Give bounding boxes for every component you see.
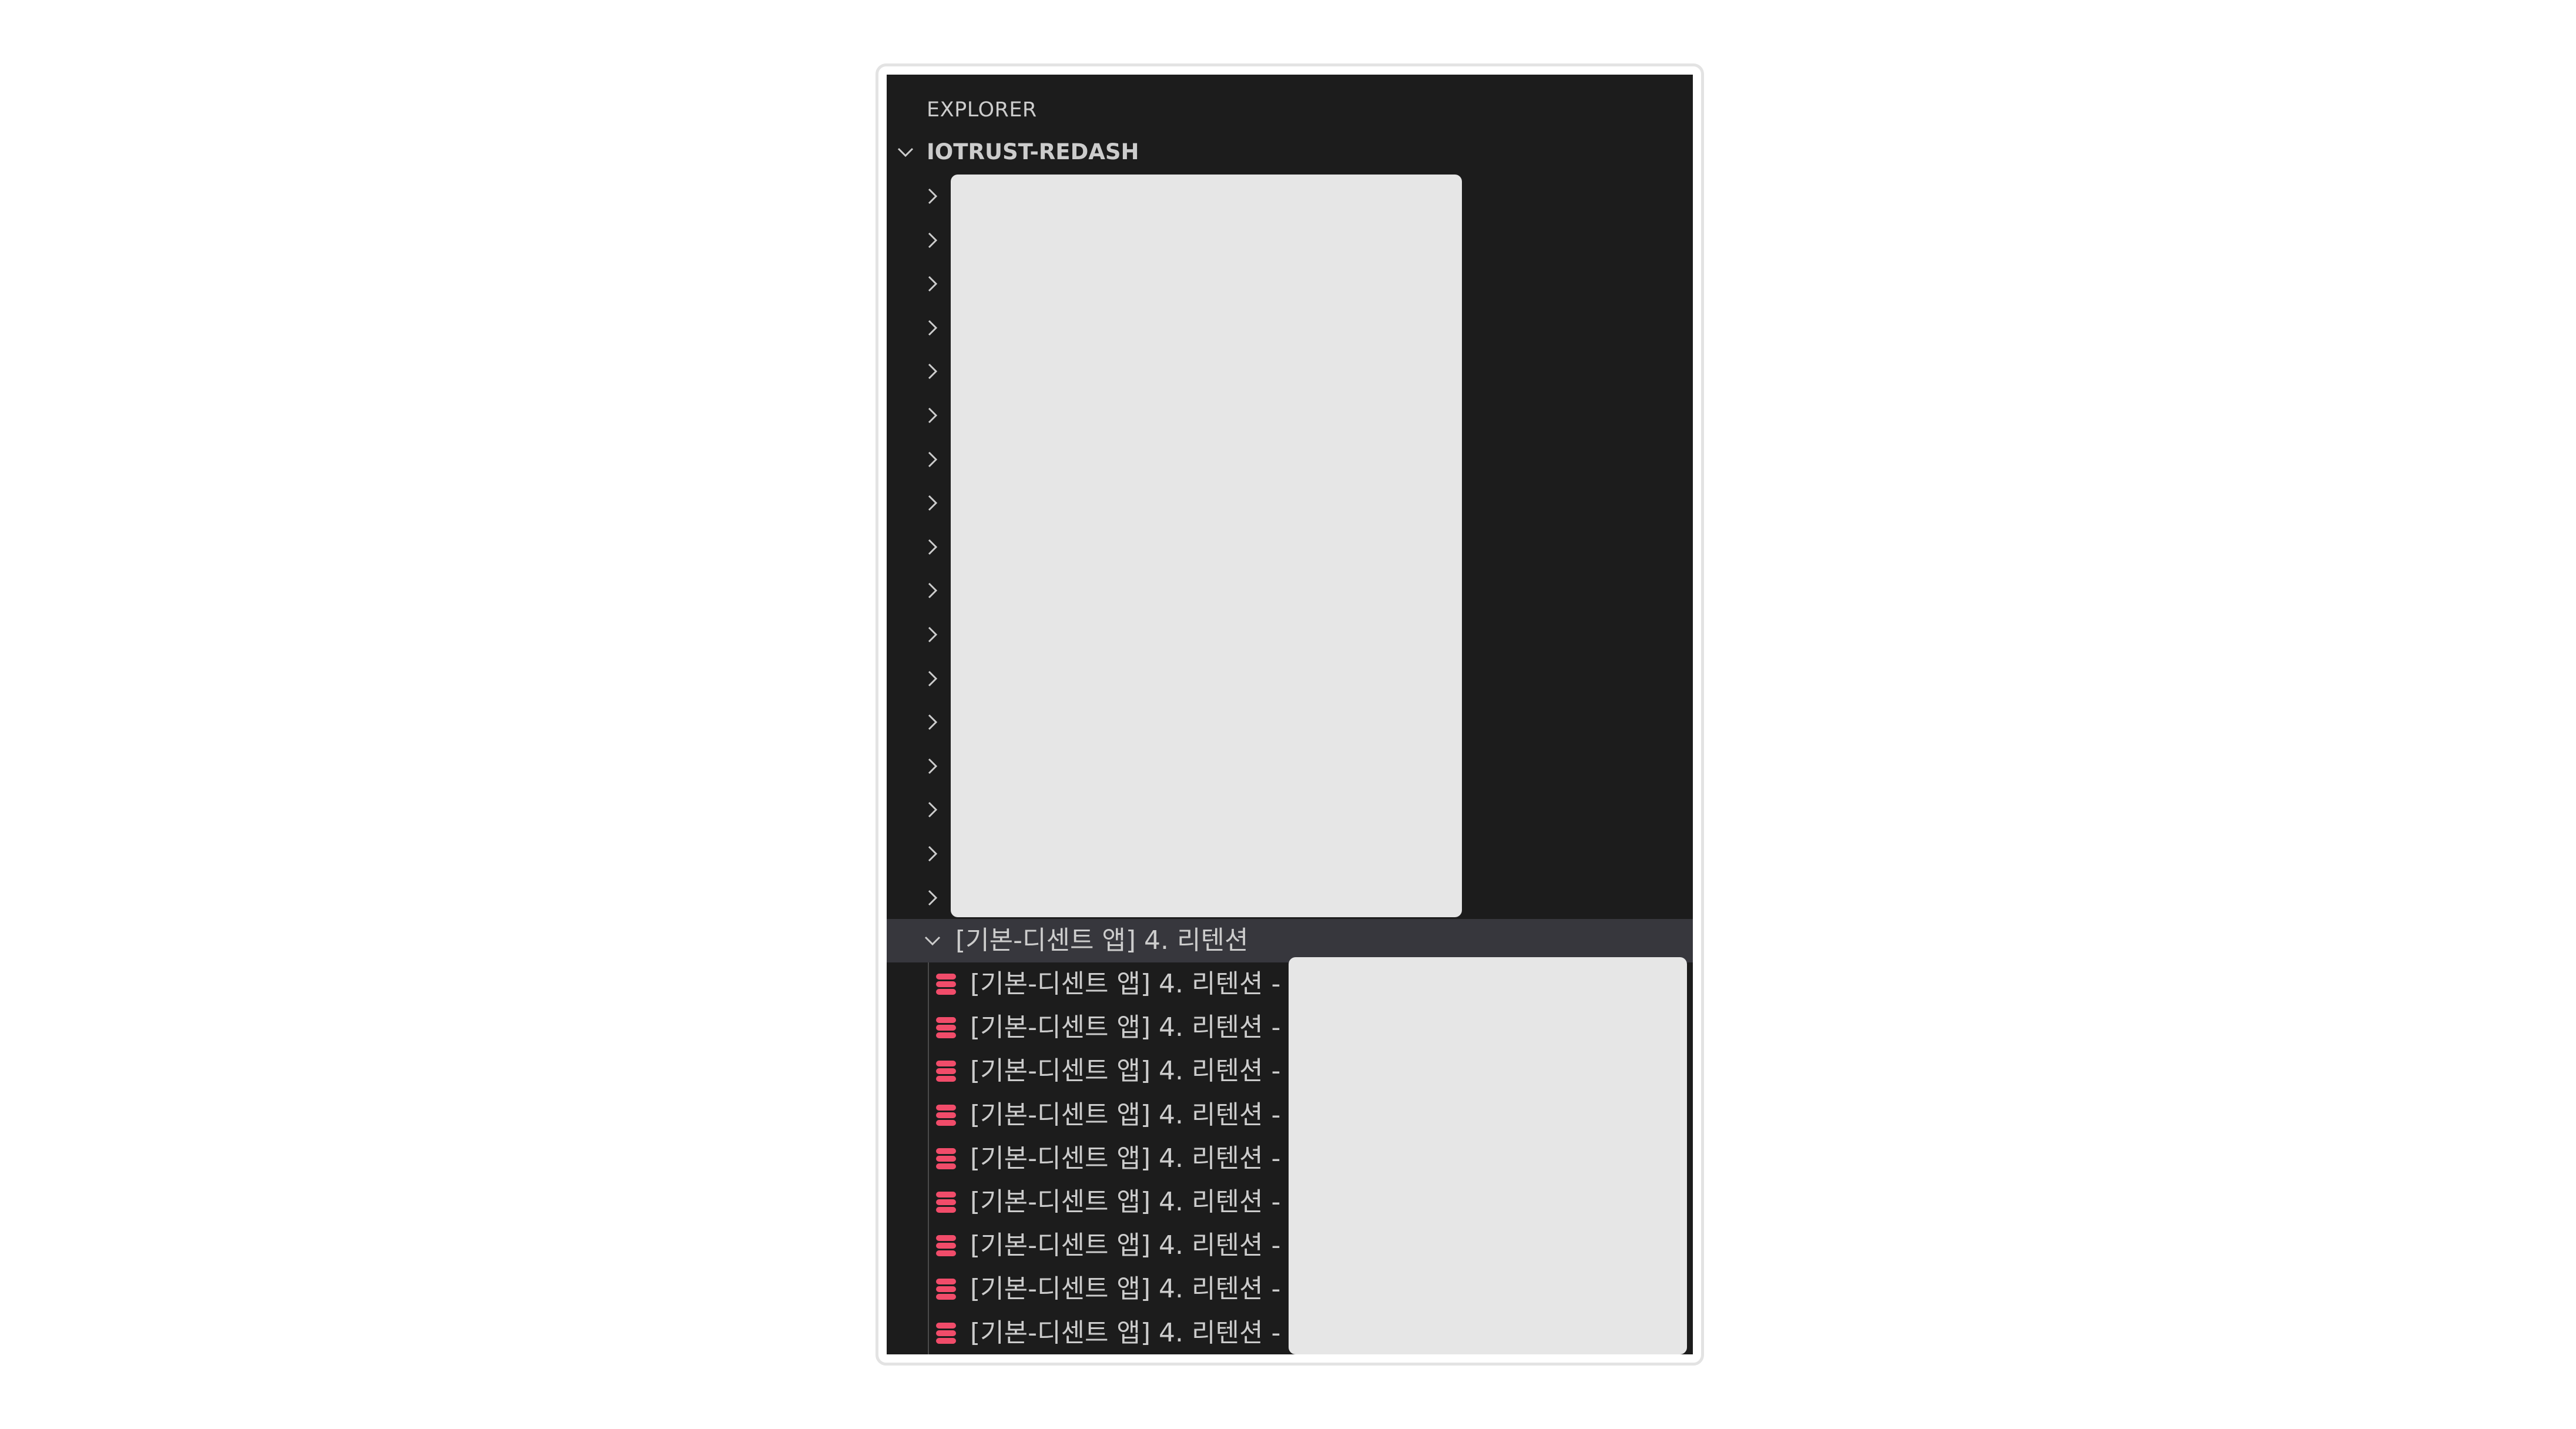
chevron-right-icon[interactable]: [922, 317, 943, 338]
chevron-right-icon[interactable]: [922, 668, 943, 689]
chevron-right-icon[interactable]: [922, 580, 943, 601]
chevron-right-icon[interactable]: [922, 799, 943, 820]
chevron-right-icon[interactable]: [922, 186, 943, 207]
file-label: [기본-디센트 앱] 4. 리텐션 -: [970, 1056, 1281, 1086]
redacted-folder-names: [951, 175, 1462, 917]
database-icon: [934, 1321, 958, 1346]
chevron-right-icon[interactable]: [922, 712, 943, 733]
database-icon: [934, 1233, 958, 1258]
chevron-right-icon[interactable]: [922, 273, 943, 294]
database-icon: [934, 1146, 958, 1171]
chevron-right-icon[interactable]: [922, 536, 943, 558]
chevron-right-icon[interactable]: [922, 624, 943, 645]
file-label: [기본-디센트 앱] 4. 리텐션 -: [970, 1187, 1281, 1217]
chevron-right-icon[interactable]: [922, 492, 943, 514]
explorer-title: EXPLORER: [927, 98, 1037, 122]
database-icon: [934, 1059, 958, 1084]
database-icon: [934, 1190, 958, 1215]
database-icon: [934, 1015, 958, 1040]
file-label: [기본-디센트 앱] 4. 리텐션 -: [970, 1230, 1281, 1260]
file-label: [기본-디센트 앱] 4. 리텐션 -: [970, 1318, 1281, 1348]
chevron-down-icon[interactable]: [922, 930, 943, 951]
chevron-right-icon[interactable]: [922, 405, 943, 426]
file-label: [기본-디센트 앱] 4. 리텐션 -: [970, 969, 1281, 999]
open-folder-label: [기본-디센트 앱] 4. 리텐션: [955, 925, 1249, 955]
root-folder-label: IOTRUST-REDASH: [927, 139, 1139, 165]
chevron-right-icon[interactable]: [922, 887, 943, 908]
chevron-right-icon[interactable]: [922, 449, 943, 470]
file-label: [기본-디센트 앱] 4. 리텐션 -: [970, 1100, 1281, 1130]
database-icon: [934, 1277, 958, 1301]
root-folder-row[interactable]: IOTRUST-REDASH: [887, 131, 1693, 173]
chevron-right-icon[interactable]: [922, 230, 943, 251]
explorer-panel: EXPLORER IOTRUST-REDASH [기본-디센트 앱] 4. 리텐…: [887, 75, 1693, 1354]
file-label: [기본-디센트 앱] 4. 리텐션 -: [970, 1012, 1281, 1042]
redacted-file-names: [1289, 957, 1687, 1354]
database-icon: [934, 1103, 958, 1128]
folder-row-open[interactable]: [기본-디센트 앱] 4. 리텐션: [887, 919, 1693, 962]
database-icon: [934, 972, 958, 997]
file-label: [기본-디센트 앱] 4. 리텐션 -: [970, 1143, 1281, 1173]
file-label: [기본-디센트 앱] 4. 리텐션 -: [970, 1274, 1281, 1304]
chevron-right-icon[interactable]: [922, 843, 943, 864]
chevron-right-icon[interactable]: [922, 756, 943, 777]
chevron-down-icon[interactable]: [895, 142, 916, 163]
chevron-right-icon[interactable]: [922, 361, 943, 382]
